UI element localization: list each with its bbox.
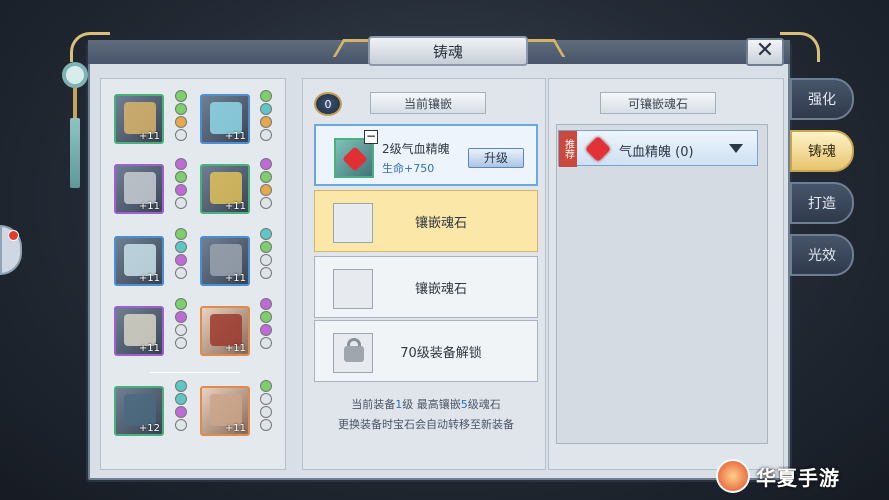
- slot-level: +11: [138, 201, 160, 212]
- socket-gem-stat: 生命+750: [382, 162, 435, 175]
- slot-gems: [260, 90, 274, 142]
- boots-icon: [124, 314, 156, 346]
- gem-count-badge: 0: [314, 92, 342, 116]
- inlay-soulstone-label: 镶嵌魂石: [414, 216, 467, 231]
- ruby-gem-icon: [585, 136, 611, 162]
- socket-gem: [334, 138, 374, 178]
- slot-level: +11: [224, 343, 246, 354]
- socket-row-4: 70级装备解锁: [314, 320, 538, 382]
- ruby-gem-icon: [342, 146, 368, 172]
- slot-gems: [175, 90, 189, 142]
- window-title: 铸魂: [368, 36, 528, 66]
- hammer-icon: [124, 102, 156, 134]
- soulstone-name: 气血精魄 (0): [619, 145, 694, 160]
- slot-gems: [260, 298, 274, 350]
- equip-slot-bow[interactable]: +12: [114, 386, 164, 436]
- slot-level: +11: [138, 273, 160, 284]
- equip-slot-pants[interactable]: +11: [114, 236, 164, 286]
- slot-gems: [175, 228, 189, 280]
- window-corner-ornament-left: [70, 32, 110, 62]
- socket-gem-name: 2级气血精魄: [382, 142, 450, 156]
- belt-icon: [210, 314, 242, 346]
- soulstone-item[interactable]: 推荐 气血精魄 (0): [558, 130, 758, 167]
- slot-gems: [260, 228, 274, 280]
- socket-row-2[interactable]: 镶嵌魂石: [314, 190, 538, 252]
- socket-row-3[interactable]: 镶嵌魂石: [314, 256, 538, 318]
- inlay-info-line-2: 更换装备时宝石会自动转移至新装备: [338, 418, 514, 431]
- slot-level: +11: [138, 131, 160, 142]
- notification-dot: [8, 230, 19, 241]
- remove-gem-button[interactable]: −: [364, 130, 378, 144]
- amulet-icon: [210, 172, 242, 204]
- equip-slot-boots[interactable]: +11: [114, 306, 164, 356]
- soulstone-list: [556, 124, 768, 444]
- tab-effect[interactable]: 光效: [790, 234, 854, 276]
- recommended-tag: 推荐: [559, 131, 577, 167]
- bow-icon: [124, 394, 156, 426]
- equip-slot-pet[interactable]: +11: [200, 386, 250, 436]
- equipment-divider: [150, 372, 240, 373]
- available-soulstones-header: 可镶嵌魂石: [600, 92, 716, 114]
- equip-slot-necklace[interactable]: +11: [200, 94, 250, 144]
- socket-row-1[interactable]: − 2级气血精魄 生命+750 升级: [314, 124, 538, 186]
- slot-gems: [175, 380, 189, 432]
- upgrade-button[interactable]: 升级: [468, 148, 524, 168]
- tab-strengthen[interactable]: 强化: [790, 78, 854, 120]
- pants-icon: [124, 244, 156, 276]
- watermark-logo-icon: [716, 459, 750, 493]
- slot-level: +12: [138, 423, 160, 434]
- slot-gems: [175, 158, 189, 210]
- slot-gems: [260, 158, 274, 210]
- necklace-icon: [210, 102, 242, 134]
- unlock-requirement-label: 70级装备解锁: [400, 346, 482, 361]
- armor-icon: [124, 172, 156, 204]
- dropdown-arrow-icon[interactable]: [729, 144, 743, 153]
- equip-slot-ring[interactable]: +11: [200, 236, 250, 286]
- jade-pendant-ornament: [62, 62, 88, 202]
- slot-gems: [260, 380, 274, 432]
- slot-level: +11: [224, 201, 246, 212]
- slot-level: +11: [224, 423, 246, 434]
- equip-slot-armor[interactable]: +11: [114, 164, 164, 214]
- tab-forge-soul[interactable]: 铸魂: [790, 130, 854, 172]
- ring-icon: [210, 244, 242, 276]
- watermark: 华夏手游: [716, 456, 886, 496]
- equip-slot-belt[interactable]: +11: [200, 306, 250, 356]
- equip-slot-weapon[interactable]: +11: [114, 94, 164, 144]
- inlay-info-line-1: 当前装备1级 最高镶嵌5级魂石: [351, 398, 501, 411]
- watermark-text: 华夏手游: [756, 465, 840, 490]
- slot-level: +11: [224, 273, 246, 284]
- slot-gems: [175, 298, 189, 350]
- slot-level: +11: [138, 343, 160, 354]
- current-inlay-header: 当前镶嵌: [370, 92, 486, 114]
- tab-craft[interactable]: 打造: [790, 182, 854, 224]
- window-corner-ornament-right: [780, 32, 820, 62]
- inlay-soulstone-label: 镶嵌魂石: [414, 282, 467, 297]
- close-button[interactable]: ✕: [746, 38, 784, 66]
- pet-icon: [210, 394, 242, 426]
- equip-slot-amulet[interactable]: +11: [200, 164, 250, 214]
- slot-level: +11: [224, 131, 246, 142]
